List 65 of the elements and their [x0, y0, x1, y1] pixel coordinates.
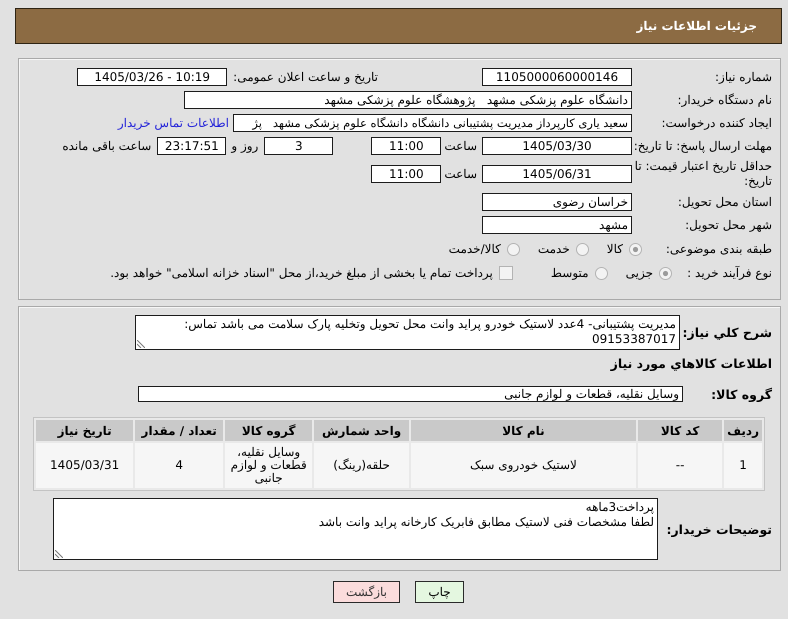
field-label: شماره نیاز:: [714, 70, 772, 84]
checkbox[interactable]: [498, 266, 513, 280]
table-cell: 1405/03/31: [36, 443, 134, 488]
field-label: نوع فرآیند خرید :: [686, 266, 772, 280]
buyer-contact-link[interactable]: اطلاعات تماس خریدار: [118, 116, 229, 130]
announcement-date-field[interactable]: 1405/03/26 - 10:19: [77, 68, 228, 86]
radio-label[interactable]: متوسط: [550, 266, 589, 280]
field-label: شرح کلي نياز:: [682, 325, 772, 340]
table-cell: لاستیک خودروی سبک: [410, 443, 636, 488]
resize-grip-icon[interactable]: [137, 340, 145, 348]
radio-label[interactable]: کالا: [606, 242, 623, 256]
field-label: ایجاد کننده درخواست:: [660, 116, 772, 130]
resize-grip-icon[interactable]: [55, 550, 63, 558]
back-button[interactable]: بازگشت: [333, 581, 400, 603]
page-title: جزئیات اطلاعات نیاز: [636, 19, 757, 33]
radio-button[interactable]: [506, 242, 520, 256]
section-title: اطلاعات کالاهاي مورد نياز: [609, 356, 772, 372]
field-label: گروه کالا:: [710, 386, 772, 402]
table-header-cell: تاریخ نیاز: [36, 420, 134, 441]
print-button[interactable]: چاپ: [415, 581, 464, 603]
time-left-field[interactable]: 23:17:51: [157, 137, 226, 155]
deadline-date-field[interactable]: 1405/03/30: [482, 137, 632, 155]
requester-field[interactable]: سعید یاری کارپرداز مدیریت پشتیبانی دانشگاه دانشگاه علوم پزشکی مشهد پژ: [233, 114, 632, 132]
days-label: روز و: [231, 139, 258, 153]
table-header-cell: ردیف: [724, 420, 762, 441]
table-header-cell: نام کالا: [410, 420, 636, 441]
city-field[interactable]: مشهد: [482, 216, 632, 234]
description-field[interactable]: مدیریت پشتیبانی- 4عدد لاستیک خودرو پراید وانت محل تحویل وتخلیه پارک سلامت می باشد تماس: 09153387017: [135, 315, 680, 350]
radio-label[interactable]: خدمت: [538, 242, 570, 256]
field-label: توضیحات خریدار:: [665, 522, 772, 536]
table-header-cell: گروه کالا: [225, 420, 312, 441]
goods-group-field[interactable]: وسایل نقلیه، قطعات و لوازم جانبی: [138, 386, 683, 402]
buyer-organization-field[interactable]: دانشگاه علوم پزشکی مشهد پژوهشگاه علوم پزشکی مشهد: [184, 91, 632, 109]
radio-label[interactable]: جزیی: [626, 266, 653, 280]
validity-date-field[interactable]: 1405/06/31: [482, 165, 632, 183]
validity-time-field[interactable]: 11:00: [371, 165, 442, 183]
field-label: طبقه بندی موضوعی:: [664, 242, 772, 256]
buyer-notes-field[interactable]: پرداخت3ماهه لطفا مشخصات فنی لاستیک مطابق فابریک کارخانه پراید وانت باشد: [53, 498, 658, 560]
field-label: تاریخ و ساعت اعلان عمومی:: [233, 70, 378, 84]
table-cell: حلقه(رینگ): [314, 443, 409, 488]
table-cell: 4: [135, 443, 224, 488]
time-label: ساعت: [444, 139, 477, 153]
field-label: استان محل تحویل:: [676, 194, 772, 210]
need-number-field[interactable]: 1105000060000146: [482, 68, 632, 86]
days-left-field[interactable]: 3: [264, 137, 334, 155]
table-header-cell: واحد شمارش: [314, 420, 409, 441]
radio-label[interactable]: کالا/خدمت: [448, 242, 501, 256]
field-label: شهر محل تحویل:: [684, 218, 772, 232]
province-field[interactable]: خراسان رضوی: [482, 193, 632, 211]
table-cell: --: [638, 443, 722, 488]
checkbox-label[interactable]: پرداخت تمام یا بخشی از مبلغ خرید،از محل "اسناد خزانه اسلامی" خواهد بود.: [110, 266, 493, 280]
field-label: نام دستگاه خریدار:: [676, 92, 772, 108]
time-left-label: ساعت باقی مانده: [62, 139, 152, 153]
radio-button[interactable]: [576, 242, 589, 256]
table-header-cell: تعداد / مقدار: [135, 420, 224, 441]
table-header-cell: کد کالا: [638, 420, 722, 441]
time-label: ساعت: [444, 167, 477, 181]
radio-button[interactable]: [659, 266, 672, 280]
field-label: حداقل تاریخ اعتبار قیمت: تا تاریخ:: [634, 159, 772, 189]
deadline-time-field[interactable]: 11:00: [371, 137, 442, 155]
radio-button[interactable]: [594, 266, 608, 280]
radio-button[interactable]: [629, 242, 642, 256]
table-cell: وسایل نقلیه، قطعات و لوازم جانبی: [225, 443, 312, 488]
field-label: مهلت ارسال پاسخ: تا تاریخ:: [632, 138, 772, 154]
table-cell: 1: [724, 443, 762, 488]
